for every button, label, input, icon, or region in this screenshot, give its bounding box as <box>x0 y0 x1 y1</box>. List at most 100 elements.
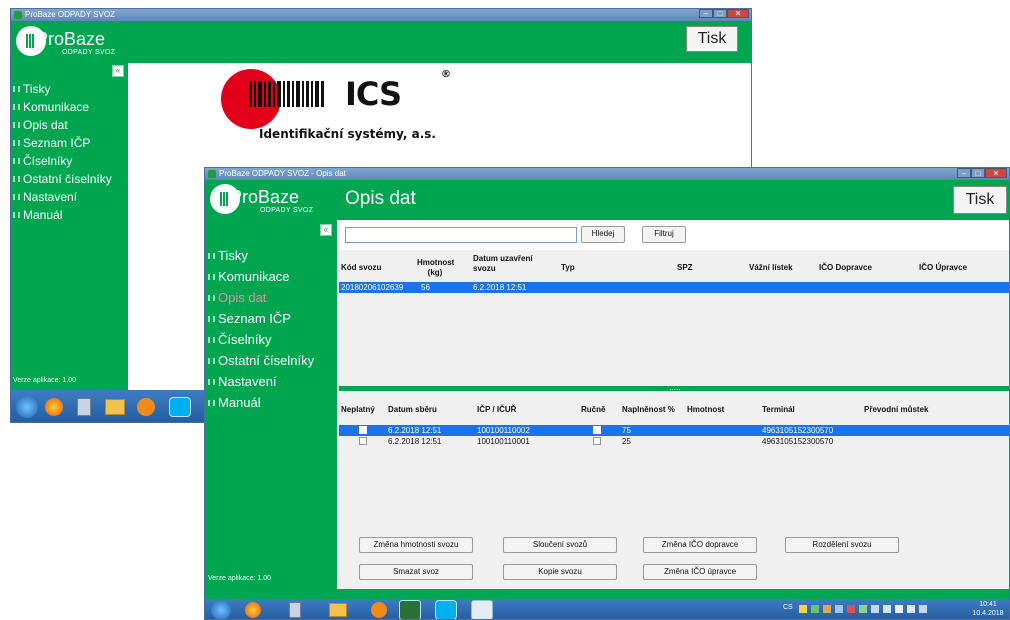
front-sidebar: « Tisky Komunikace Opis dat Seznam IČP Č… <box>205 220 337 589</box>
cell-icp: 100100110002 <box>477 426 530 435</box>
collapse-button[interactable]: « <box>320 224 332 236</box>
nav-bullet-icon <box>13 140 20 146</box>
minimize-icon[interactable]: – <box>699 9 713 18</box>
front-window-controls: – □ ✕ <box>957 168 1007 178</box>
sidebar-item-tisky[interactable]: Tisky <box>208 245 314 266</box>
sidebar-item-manual[interactable]: Manuál <box>13 206 112 224</box>
media-player-icon[interactable] <box>137 398 155 416</box>
sidebar-item-seznam-icp[interactable]: Seznam IČP <box>208 308 314 329</box>
ics-wordmark: ICS <box>345 75 402 113</box>
back-logo: ProBaze ODPADY SVOZ <box>16 26 126 58</box>
nav-bullet-icon <box>208 357 215 364</box>
col-header-datum-sberu[interactable]: Datum sběru <box>388 405 437 415</box>
minimize-icon[interactable]: – <box>957 168 971 178</box>
start-button-icon[interactable] <box>16 396 38 418</box>
sidebar-item-ciselniky[interactable]: Číselníky <box>208 329 314 350</box>
col-header-datum-uzavreni[interactable]: Datum uzavření svozu <box>473 254 543 274</box>
start-button-icon[interactable] <box>211 600 231 619</box>
media-player-icon[interactable] <box>371 602 387 618</box>
col-header-ico-dopravce[interactable]: IČO Dopravce <box>819 263 872 273</box>
rucne-checkbox[interactable] <box>593 426 601 434</box>
back-taskbar <box>11 390 211 422</box>
collapse-button[interactable]: « <box>112 65 124 77</box>
table-row[interactable]: 20180206102639 56 6.2.2018 12:51 <box>339 282 1009 293</box>
col-header-rucne[interactable]: Ručně <box>581 405 605 415</box>
calculator-icon[interactable] <box>289 602 301 618</box>
sidebar-item-opis-dat[interactable]: Opis dat <box>208 287 314 308</box>
smazat-button[interactable]: Smazat svoz <box>359 564 473 580</box>
sidebar-item-seznam-icp[interactable]: Seznam IČP <box>13 134 112 152</box>
table-row[interactable]: 6.2.2018 12:51 100100110002 75 496310515… <box>339 425 1009 436</box>
nav-bullet-icon <box>208 336 215 343</box>
sidebar-item-nastaveni[interactable]: Nastavení <box>13 188 112 206</box>
col-header-prevodni-mustek[interactable]: Převodní můstek <box>864 405 928 415</box>
col-header-terminal[interactable]: Terminál <box>762 405 795 415</box>
nav-bullet-icon <box>13 176 20 182</box>
nav-bullet-icon <box>208 399 215 406</box>
col-header-hmotnost[interactable]: Hmotnost <box>687 405 724 415</box>
kopie-button[interactable]: Kopie svozu <box>503 564 617 580</box>
firefox-icon[interactable] <box>245 602 261 618</box>
probaze-app-icon[interactable] <box>399 600 421 619</box>
language-indicator[interactable]: CS <box>783 604 793 611</box>
table-row[interactable]: 6.2.2018 12:51 100100110001 25 496310515… <box>339 436 1009 447</box>
folder-icon[interactable] <box>329 603 347 617</box>
col-header-vazni-listek[interactable]: Vážní lístek <box>749 263 793 273</box>
col-header-kod-svozu[interactable]: Kód svozu <box>341 263 381 273</box>
tisk-button[interactable]: Tisk <box>953 186 1007 214</box>
sidebar-item-nastaveni[interactable]: Nastavení <box>208 371 314 392</box>
hledej-button[interactable]: Hledej <box>581 226 625 243</box>
neplatny-checkbox[interactable] <box>359 437 367 445</box>
rucne-checkbox[interactable] <box>593 437 601 445</box>
maximize-icon[interactable]: □ <box>971 168 985 178</box>
folder-icon[interactable] <box>105 399 125 415</box>
nav-bullet-icon <box>208 252 215 259</box>
zmena-hmotnosti-button[interactable]: Změna hmotnosti svozu <box>359 537 473 553</box>
search-input[interactable] <box>345 227 577 243</box>
app-icon <box>14 11 22 19</box>
calculator-icon[interactable] <box>77 398 91 416</box>
cell-naplnenost: 75 <box>622 426 631 435</box>
maximize-icon[interactable]: □ <box>713 9 727 18</box>
col-header-naplnenost[interactable]: Naplněnost % <box>622 405 675 415</box>
col-header-spz[interactable]: SPZ <box>677 263 693 273</box>
zmena-ico-dopravce-button[interactable]: Změna IČO dopravce <box>643 537 757 553</box>
sidebar-item-ostatni-ciselniky[interactable]: Ostatní číselníky <box>13 170 112 188</box>
tray-icons[interactable] <box>799 605 959 615</box>
app-name: ProBaze <box>230 187 300 207</box>
close-icon[interactable]: ✕ <box>727 9 749 18</box>
app-subname: ODPADY SVOZ <box>62 49 116 56</box>
sidebar-item-ciselniky[interactable]: Číselníky <box>13 152 112 170</box>
cell-terminal: 4963105152300570 <box>762 437 834 446</box>
sidebar-item-komunikace[interactable]: Komunikace <box>208 266 314 287</box>
sidebar-item-opis-dat[interactable]: Opis dat <box>13 116 112 134</box>
document-app-icon[interactable] <box>471 600 493 619</box>
firefox-icon[interactable] <box>45 398 63 416</box>
col-header-hmotnost[interactable]: Hmotnost (kg) <box>417 258 454 278</box>
col-header-ico-upravce[interactable]: IČO Úpravce <box>919 263 967 273</box>
page-title: Opis dat <box>345 188 416 209</box>
col-header-neplatny[interactable]: Neplatný <box>341 405 375 415</box>
neplatny-checkbox[interactable] <box>359 426 367 434</box>
filtruj-button[interactable]: Filtruj <box>642 226 686 243</box>
slouceni-button[interactable]: Sloučení svozů <box>503 537 617 553</box>
cell-icp: 100100110001 <box>477 437 530 446</box>
col-header-typ[interactable]: Typ <box>561 263 575 273</box>
sidebar-item-manual[interactable]: Manuál <box>208 392 314 413</box>
skype-icon[interactable] <box>169 397 191 417</box>
sidebar-item-tisky[interactable]: Tisky <box>13 80 112 98</box>
front-logo: ProBaze ODPADY SVOZ <box>210 184 330 216</box>
nav-bullet-icon <box>13 122 20 128</box>
rozdeleni-button[interactable]: Rozdělení svozu <box>785 537 899 553</box>
tisk-button[interactable]: Tisk <box>686 26 738 52</box>
skype-icon[interactable] <box>435 600 457 619</box>
col-header-icp-icur[interactable]: IČP / IČUŘ <box>477 405 516 415</box>
sidebar-item-ostatni-ciselniky[interactable]: Ostatní číselníky <box>208 350 314 371</box>
close-icon[interactable]: ✕ <box>985 168 1007 178</box>
clock[interactable]: 10:41 10.4.2018 <box>969 600 1007 618</box>
app-icon <box>208 170 216 178</box>
zmena-ico-upravce-button[interactable]: Změna IČO úpravce <box>643 564 757 580</box>
nav-bullet-icon <box>208 294 215 301</box>
cell-kod-svozu: 20180206102639 <box>341 283 404 292</box>
sidebar-item-komunikace[interactable]: Komunikace <box>13 98 112 116</box>
